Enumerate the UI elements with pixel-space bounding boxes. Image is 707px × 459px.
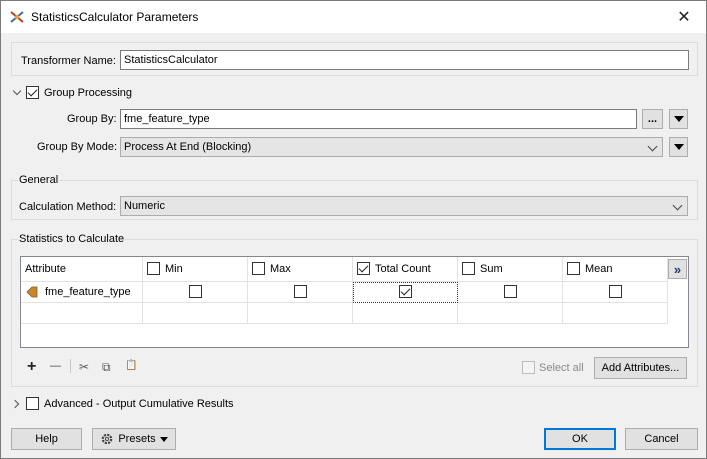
cut-icon[interactable]: ✂ <box>79 360 89 374</box>
toolbar-divider <box>70 359 71 373</box>
column-header-sum[interactable]: Sum <box>458 257 563 282</box>
paste-icon[interactable]: 📋 <box>125 360 137 371</box>
advanced-label: Advanced - Output Cumulative Results <box>44 398 234 410</box>
dropdown-arrow-icon <box>673 116 684 122</box>
advanced-checkbox[interactable] <box>26 397 39 410</box>
select-all-label: Select all <box>539 362 584 374</box>
group-by-input[interactable]: fme_feature_type <box>120 109 637 129</box>
table-cell-sum[interactable] <box>458 282 563 303</box>
cancel-button[interactable]: Cancel <box>625 428 698 450</box>
general-legend: General <box>18 174 60 186</box>
dialog-window: StatisticsCalculator Parameters ✕ Transf… <box>0 0 707 459</box>
window-title: StatisticsCalculator Parameters <box>31 10 199 24</box>
row-min-checkbox[interactable] <box>189 285 202 298</box>
column-header-label: Mean <box>585 263 613 275</box>
remove-row-icon[interactable]: — <box>50 360 61 372</box>
column-header-label: Total Count <box>375 263 431 275</box>
empty-row-cell[interactable] <box>353 303 458 324</box>
mean-column-checkbox[interactable] <box>567 262 580 275</box>
dropdown-arrow-icon <box>673 144 684 150</box>
table-row-attribute-cell[interactable]: fme_feature_type <box>21 282 143 303</box>
column-header-total-count[interactable]: Total Count <box>353 257 458 282</box>
statistics-legend: Statistics to Calculate <box>18 233 126 245</box>
group-by-mode-value: Process At End (Blocking) <box>124 141 252 153</box>
chevron-down-icon <box>672 200 683 211</box>
column-header-max[interactable]: Max <box>248 257 353 282</box>
group-by-browse-button[interactable]: ... <box>642 109 663 129</box>
presets-label: Presets <box>118 433 156 445</box>
table-cell-mean[interactable] <box>563 282 668 303</box>
column-header-min[interactable]: Min <box>143 257 248 282</box>
add-row-icon[interactable]: + <box>27 358 36 376</box>
calculation-method-select[interactable]: Numeric <box>120 196 688 216</box>
transformer-name-label: Transformer Name: <box>21 55 116 67</box>
empty-row-cell[interactable] <box>248 303 353 324</box>
chevron-down-icon <box>647 141 658 152</box>
title-bar: StatisticsCalculator Parameters ✕ <box>1 1 706 33</box>
group-by-menu-button[interactable] <box>669 109 688 129</box>
column-header-label: Min <box>165 263 183 275</box>
group-processing-checkbox[interactable] <box>26 86 39 99</box>
empty-row-cell[interactable] <box>563 303 668 324</box>
column-header-label: Max <box>270 263 291 275</box>
attribute-name: fme_feature_type <box>45 286 131 298</box>
group-by-mode-menu-button[interactable] <box>669 137 688 157</box>
row-max-checkbox[interactable] <box>294 285 307 298</box>
min-column-checkbox[interactable] <box>147 262 160 275</box>
column-header-label: Attribute <box>25 263 66 275</box>
group-processing-expander-icon[interactable] <box>12 86 22 96</box>
attribute-icon <box>26 286 38 298</box>
close-icon: ✕ <box>677 9 691 26</box>
presets-button[interactable]: Presets <box>92 428 176 450</box>
add-attributes-button[interactable]: Add Attributes... <box>594 357 687 379</box>
statistics-table: Attribute Min Max Total Count Sum Mean » <box>20 256 689 348</box>
copy-icon[interactable]: ⧉ <box>102 360 111 375</box>
row-sum-checkbox[interactable] <box>504 285 517 298</box>
max-column-checkbox[interactable] <box>252 262 265 275</box>
row-mean-checkbox[interactable] <box>609 285 622 298</box>
column-header-attribute[interactable]: Attribute <box>21 257 143 282</box>
group-by-mode-label: Group By Mode: <box>37 141 118 153</box>
dropdown-arrow-icon <box>159 436 168 442</box>
table-cell-total-count[interactable] <box>353 282 458 303</box>
group-processing-label: Group Processing <box>44 87 133 99</box>
more-columns-button[interactable]: » <box>668 259 687 279</box>
total-count-column-checkbox[interactable] <box>357 262 370 275</box>
group-by-label: Group By: <box>67 113 117 125</box>
table-cell-max[interactable] <box>248 282 353 303</box>
select-all-checkbox[interactable] <box>522 361 535 374</box>
column-header-label: Sum <box>480 263 503 275</box>
help-button[interactable]: Help <box>11 428 82 450</box>
gear-icon <box>102 433 113 445</box>
calculation-method-value: Numeric <box>124 200 165 212</box>
sum-column-checkbox[interactable] <box>462 262 475 275</box>
calculation-method-label: Calculation Method: <box>19 201 117 213</box>
table-cell-min[interactable] <box>143 282 248 303</box>
group-by-mode-select[interactable]: Process At End (Blocking) <box>120 137 663 157</box>
empty-row-cell[interactable] <box>143 303 248 324</box>
close-button[interactable]: ✕ <box>662 1 706 33</box>
empty-row-cell[interactable] <box>21 303 143 324</box>
transformer-name-input[interactable]: StatisticsCalculator <box>120 50 689 70</box>
advanced-expander-icon[interactable] <box>10 399 20 409</box>
ok-button[interactable]: OK <box>544 428 616 450</box>
transformer-name-group: Transformer Name: StatisticsCalculator <box>11 42 698 76</box>
empty-row-cell[interactable] <box>458 303 563 324</box>
column-header-mean[interactable]: Mean <box>563 257 668 282</box>
fme-transformer-icon <box>10 11 24 23</box>
row-total-count-checkbox[interactable] <box>399 285 412 298</box>
